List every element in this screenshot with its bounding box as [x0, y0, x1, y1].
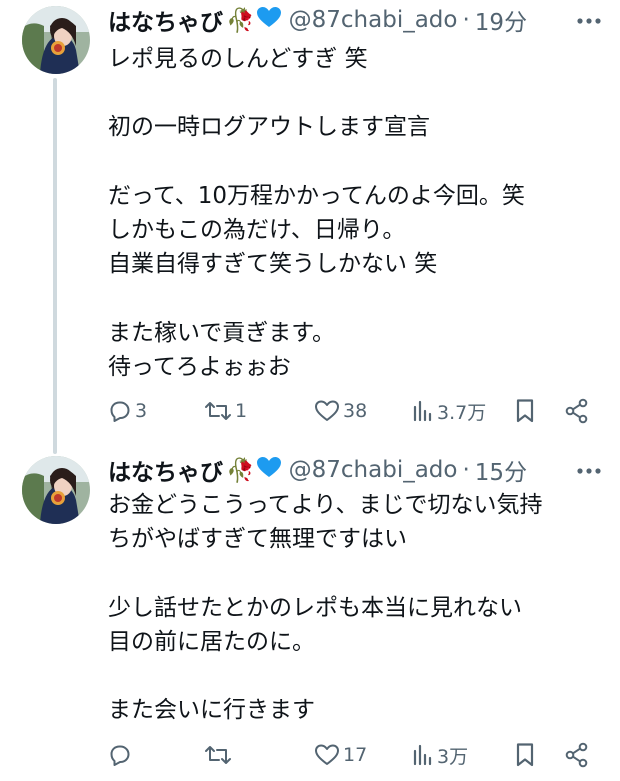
tweet[interactable]: はなちゃび 🥀 @87chabi_ado · 19分 レポ見るのしんどすぎ 笑 …: [0, 0, 620, 450]
share-icon: [564, 742, 590, 768]
retweet-button[interactable]: 1: [204, 396, 247, 426]
separator-dot: ·: [462, 7, 470, 33]
tweet-text-line: 自業自得すぎて笑うしかない 笑: [108, 251, 438, 278]
bookmark-button[interactable]: [514, 396, 536, 426]
avatar[interactable]: [22, 456, 90, 524]
reply-button[interactable]: [108, 740, 135, 770]
tweet-text-line: [108, 76, 604, 110]
tweet-text-line: ちがやばすぎて無理ですはい: [108, 526, 407, 553]
tweet-text-line: レポ見るのしんどすぎ 笑: [108, 46, 368, 72]
share-button[interactable]: [564, 396, 590, 426]
heart-icon: [314, 399, 340, 423]
reply-icon: [108, 743, 132, 767]
reply-button[interactable]: 3: [108, 396, 147, 426]
tweet-text: レポ見るのしんどすぎ 笑 初の一時ログアウトします宣言 だって、10万程かかって…: [108, 42, 604, 384]
tweet-text-line: [108, 659, 604, 693]
views-button[interactable]: 3万: [412, 740, 468, 770]
more-icon[interactable]: [576, 460, 602, 482]
separator-dot: ·: [462, 457, 470, 483]
retweet-count: 1: [235, 400, 248, 422]
bookmark-button[interactable]: [514, 740, 536, 770]
tweet-text-line: 待ってろよぉぉお: [108, 353, 291, 380]
like-count: 17: [343, 744, 368, 766]
bookmark-icon: [514, 742, 536, 768]
like-button[interactable]: 38: [314, 396, 367, 426]
reply-count: 3: [135, 400, 148, 422]
views-button[interactable]: 3.7万: [412, 396, 486, 426]
tweet-text-line: [108, 556, 604, 590]
tweet-text-line: [108, 145, 604, 179]
tweet-text-line: また会いに行きます: [108, 697, 315, 724]
display-name[interactable]: はなちゃび: [108, 453, 223, 487]
views-icon: [412, 743, 434, 767]
blue-heart-icon: [256, 6, 281, 34]
tweet-text-line: 初の一時ログアウトします宣言: [108, 114, 430, 141]
tweet-text-line: 目の前に居たのに。: [108, 628, 315, 655]
tweet-text-line: しかもこの為だけ、日帰り。: [108, 216, 406, 243]
like-count: 38: [343, 400, 368, 422]
retweet-icon: [204, 399, 232, 423]
tweet-header: はなちゃび 🥀 @87chabi_ado · 15分: [108, 454, 527, 486]
avatar[interactable]: [22, 6, 90, 74]
views-count: 3万: [437, 745, 469, 768]
retweet-button[interactable]: [204, 740, 235, 770]
tweet-text-line: だって、10万程かかってんのよ今回。笑: [108, 182, 525, 209]
tweet-text-line: お金どうこうってより、まじで切ない気持: [108, 492, 543, 518]
views-icon: [412, 399, 434, 423]
reply-icon: [108, 399, 132, 423]
views-count: 3.7万: [437, 401, 487, 424]
like-button[interactable]: 17: [314, 740, 367, 770]
user-handle[interactable]: @87chabi_ado: [289, 7, 458, 33]
bookmark-icon: [514, 398, 536, 424]
more-icon[interactable]: [576, 10, 602, 32]
display-name[interactable]: はなちゃび: [108, 3, 223, 37]
share-icon: [564, 398, 590, 424]
tweet-text-line: 少し話せたとかのレポも本当に見れない: [108, 594, 522, 621]
blue-heart-icon: [256, 456, 281, 484]
action-bar: 3 1 38 3.7万: [108, 396, 608, 426]
wilted-flower-icon: 🥀: [226, 457, 255, 484]
action-bar: 17 3万: [108, 740, 608, 770]
tweet-text: お金どうこうってより、まじで切ない気持 ちがやばすぎて無理ですはい 少し話せたと…: [108, 488, 604, 727]
user-handle[interactable]: @87chabi_ado: [289, 457, 458, 483]
tweet-text-line: また稼いで貢ぎます。: [108, 319, 336, 346]
retweet-icon: [204, 743, 232, 767]
tweet[interactable]: はなちゃび 🥀 @87chabi_ado · 15分 お金どうこうってより、まじ…: [0, 450, 620, 781]
heart-icon: [314, 743, 340, 767]
tweet-text-line: [108, 281, 604, 315]
share-button[interactable]: [564, 740, 590, 770]
timestamp[interactable]: 15分: [475, 453, 527, 487]
timestamp[interactable]: 19分: [475, 3, 527, 37]
tweet-header: はなちゃび 🥀 @87chabi_ado · 19分: [108, 4, 527, 36]
wilted-flower-icon: 🥀: [226, 7, 255, 34]
